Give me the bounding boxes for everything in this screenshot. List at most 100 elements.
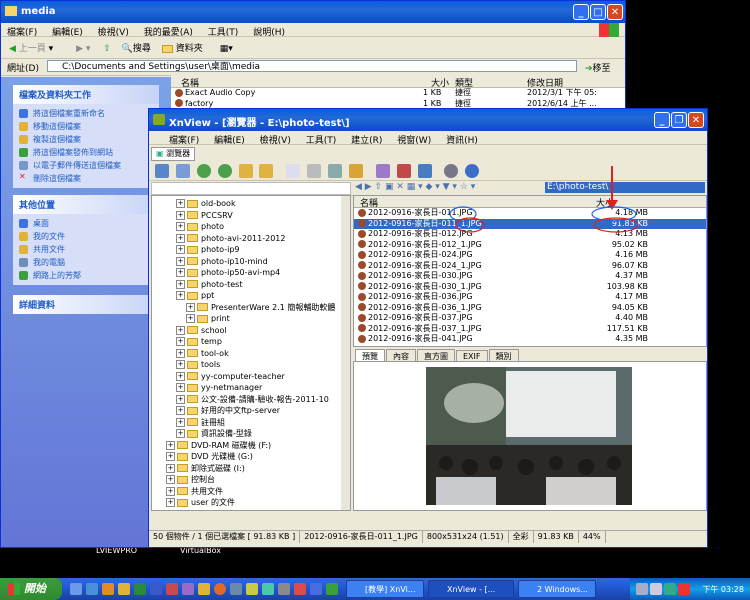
sync-icon[interactable]	[217, 164, 232, 178]
expand-icon[interactable]: +	[176, 429, 185, 438]
file-row[interactable]: 2012-0916-家長日-036.JPG 4.17 MB	[354, 292, 706, 303]
expand-icon[interactable]: +	[176, 256, 185, 266]
file-row[interactable]: 2012-0916-家長日-024.JPG 4.16 MB	[354, 250, 706, 261]
expand-icon[interactable]: +	[176, 245, 185, 254]
web-icon[interactable]	[417, 164, 432, 178]
tree-item[interactable]: + tools	[152, 359, 350, 371]
xv-menu-edit[interactable]: 編輯(E)	[214, 136, 245, 146]
quicklaunch-excel-icon[interactable]	[134, 583, 146, 595]
slideshow-icon[interactable]	[348, 164, 363, 178]
nav-buttons[interactable]: ◀ ▶ ⇧ ▣ ✕ ▦ ▾ ◆ ▾ ▼ ▾ ☆ ▾	[355, 182, 475, 192]
file-row[interactable]: 2012-0916-家長日-037_1.JPG 117.51 KB	[354, 324, 706, 335]
taskbar-item-xnview-tutorial[interactable]: [教學] XnVi...	[346, 580, 424, 598]
tree-scrollbar[interactable]	[341, 196, 350, 510]
quicklaunch-app-icon[interactable]	[294, 583, 306, 595]
expand-icon[interactable]: +	[166, 486, 175, 496]
tree-item[interactable]: + yy-computer-teacher	[152, 371, 350, 383]
tree-item[interactable]: + tool-ok	[152, 348, 350, 360]
favorites-icon[interactable]	[238, 164, 253, 178]
file-row[interactable]: 2012-0916-家長日-030_1.JPG 103.98 KB	[354, 282, 706, 293]
expand-icon[interactable]: +	[166, 440, 175, 450]
settings-gear-icon[interactable]	[444, 164, 459, 178]
expand-icon[interactable]: +	[176, 268, 185, 277]
maximize-button[interactable]: □	[590, 4, 606, 20]
task-publish[interactable]: 將這個檔案發佈到網站	[13, 146, 159, 159]
close-button[interactable]: ✕	[607, 4, 623, 20]
tree-item[interactable]: + 卸除式磁碟 (I:)	[152, 463, 350, 475]
tree-item[interactable]: + temp	[152, 336, 350, 348]
expand-icon[interactable]: +	[186, 302, 195, 312]
open-icon[interactable]	[259, 164, 274, 178]
xv-menu-create[interactable]: 建立(R)	[351, 136, 382, 146]
file-row[interactable]: 2012-0916-家長日-036_1.JPG 94.05 KB	[354, 303, 706, 314]
expand-icon[interactable]: +	[176, 210, 185, 220]
search-button[interactable]: 🔍搜尋	[122, 44, 151, 54]
tree-item[interactable]: + PresenterWare 2.1 簡報輔助軟體	[152, 302, 350, 314]
place-desktop[interactable]: 桌面	[13, 217, 159, 230]
tree-item[interactable]: + old-book	[152, 198, 350, 210]
expand-icon[interactable]: +	[166, 498, 175, 507]
tray-app-icon[interactable]	[664, 583, 676, 595]
file-row[interactable]: 2012-0916-家長日-011.JPG 4.18 MB	[354, 208, 706, 219]
place-my-computer[interactable]: 我的電腦	[13, 256, 159, 269]
expand-icon[interactable]: +	[186, 314, 195, 323]
explorer-titlebar[interactable]: media _ □ ✕	[1, 1, 625, 23]
browser-tab[interactable]: ▣ 瀏覽器	[151, 147, 196, 161]
other-places-title[interactable]: 其他位置	[13, 195, 159, 214]
forward-button[interactable]: ▶ ▾	[76, 44, 90, 54]
clock[interactable]: 下午 03:28	[702, 584, 744, 595]
save-icon[interactable]	[286, 164, 301, 178]
start-button[interactable]: 開始	[0, 578, 62, 600]
browse-icon[interactable]	[155, 164, 169, 178]
task-move[interactable]: 移動這個檔案	[13, 120, 159, 133]
expand-icon[interactable]: +	[156, 509, 165, 510]
refresh-icon[interactable]	[196, 164, 211, 178]
minimize-button[interactable]: _	[573, 4, 589, 20]
file-tasks-title[interactable]: 檔案及資料夾工作	[13, 85, 159, 104]
quicklaunch-app-icon[interactable]	[166, 583, 178, 595]
tree-item[interactable]: + photo-ip9	[152, 244, 350, 256]
expand-icon[interactable]: +	[176, 337, 185, 346]
xnview-restore-button[interactable]: ❐	[671, 112, 687, 128]
place-shared-documents[interactable]: 共用文件	[13, 243, 159, 256]
file-row[interactable]: 2012-0916-家長日-012.JPG 4.13 MB	[354, 229, 706, 240]
address-input[interactable]: C:\Documents and Settings\user\桌面\media	[47, 60, 577, 72]
tree-item[interactable]: + 網路上的芳鄰	[152, 509, 350, 510]
tree-item[interactable]: + DVD 光碟機 (G:)	[152, 451, 350, 463]
tree-item[interactable]: + photo-avi-2011-2012	[152, 233, 350, 245]
xnview-minimize-button[interactable]: _	[654, 112, 670, 128]
xv-menu-info[interactable]: 資訊(H)	[446, 136, 478, 146]
expand-icon[interactable]: +	[176, 383, 185, 392]
tree-item[interactable]: + user 的文件	[152, 497, 350, 509]
tree-item[interactable]: + photo-test	[152, 279, 350, 291]
tray-app-icon[interactable]	[678, 583, 690, 595]
tree-item[interactable]: + 好用的中文ftp-server	[152, 405, 350, 417]
task-delete[interactable]: ✕ 刪除這個檔案	[13, 172, 159, 185]
xv-menu-file[interactable]: 檔案(F)	[169, 136, 199, 146]
taskbar-item-xnview[interactable]: XnView - [...	[428, 580, 514, 598]
quicklaunch-app-icon[interactable]	[310, 583, 322, 595]
tree-item[interactable]: + 資訊設備-型錄	[152, 428, 350, 440]
expand-icon[interactable]: +	[176, 199, 185, 208]
task-copy[interactable]: 複製這個檔案	[13, 133, 159, 146]
quicklaunch-firefox-icon[interactable]	[214, 583, 226, 595]
tree-item[interactable]: + print	[152, 313, 350, 325]
file-row[interactable]: 2012-0916-家長日-024_1.JPG 96.07 KB	[354, 261, 706, 272]
quicklaunch-app-icon[interactable]	[262, 583, 274, 595]
quicklaunch-folder-icon[interactable]	[118, 583, 130, 595]
tree-item[interactable]: + 控制台	[152, 474, 350, 486]
file-row[interactable]: 2012-0916-家長日-030.JPG 4.37 MB	[354, 271, 706, 282]
tree-item[interactable]: + photo	[152, 221, 350, 233]
quicklaunch-app-icon[interactable]	[246, 583, 258, 595]
folders-button[interactable]: 資料夾	[161, 44, 203, 54]
quicklaunch-media-icon[interactable]	[102, 583, 114, 595]
about-info-icon[interactable]	[465, 164, 480, 178]
tray-network-icon[interactable]	[636, 583, 648, 595]
expand-icon[interactable]: +	[176, 233, 185, 243]
expand-icon[interactable]: +	[176, 406, 185, 415]
quicklaunch-word-icon[interactable]	[150, 583, 162, 595]
tree-item[interactable]: + PCCSRV	[152, 210, 350, 222]
xv-menu-window[interactable]: 視窗(W)	[397, 136, 431, 146]
tree-item[interactable]: + DVD-RAM 磁碟機 (F:)	[152, 440, 350, 452]
file-row[interactable]: 2012-0916-家長日-041.JPG 4.35 MB	[354, 334, 706, 345]
